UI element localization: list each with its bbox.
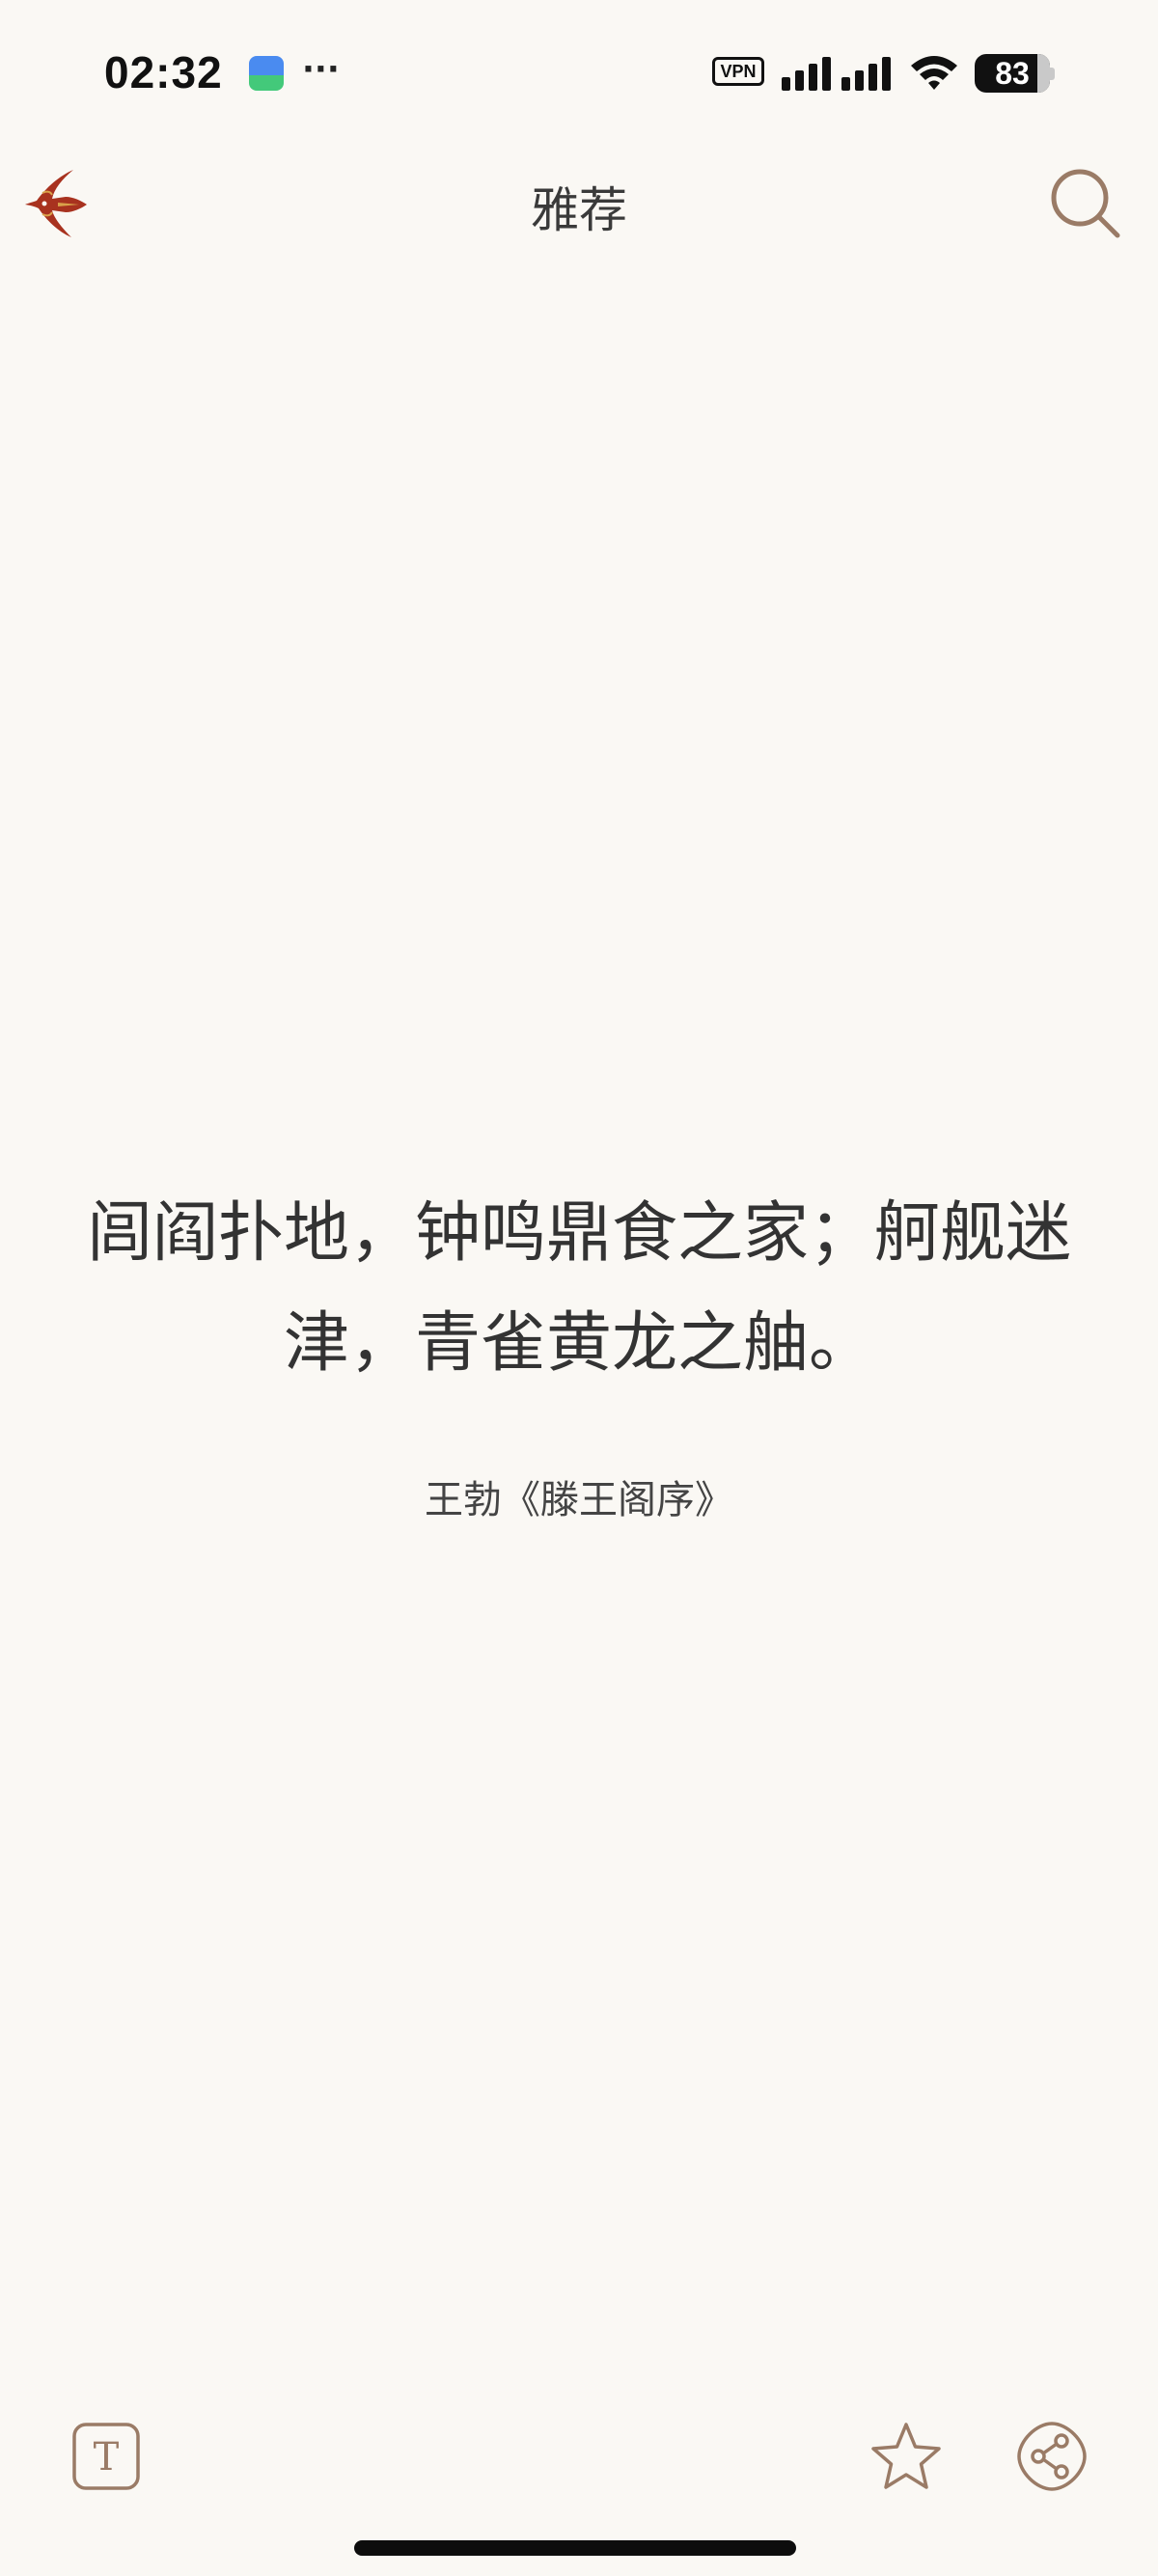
page-title: 雅荐 — [531, 182, 627, 238]
wifi-icon — [911, 56, 957, 90]
star-icon[interactable] — [868, 2420, 944, 2493]
vpn-icon: VPN — [712, 57, 764, 86]
battery-icon: 83 — [975, 54, 1050, 93]
app-icon — [249, 56, 284, 91]
share-icon[interactable] — [1015, 2420, 1089, 2493]
signal-icon — [782, 57, 891, 91]
font-size-icon[interactable]: T — [71, 2422, 141, 2491]
quote-text: 闾阎扑地，钟鸣鼎食之家；舸舰迷津，青雀黄龙之舳。 — [86, 1195, 1071, 1382]
font-size-glyph: T — [94, 2435, 120, 2480]
search-icon[interactable] — [1048, 166, 1123, 241]
battery-tip — [1050, 68, 1055, 80]
top-navigation-bar: 雅荐 — [0, 154, 1158, 251]
status-bar: 02:32 ··· VPN 83 — [0, 0, 1158, 145]
home-indicator[interactable] — [354, 2540, 796, 2556]
quote-source: 王勃《滕王阁序》 — [425, 1478, 733, 1522]
quote-card: 闾阎扑地，钟鸣鼎食之家；舸舰迷津，青雀黄龙之舳。 王勃《滕王阁序》 — [77, 1179, 1081, 1524]
more-notifications-icon: ··· — [302, 50, 340, 89]
battery-percent: 83 — [995, 56, 1030, 91]
status-time: 02:32 — [104, 47, 223, 97]
